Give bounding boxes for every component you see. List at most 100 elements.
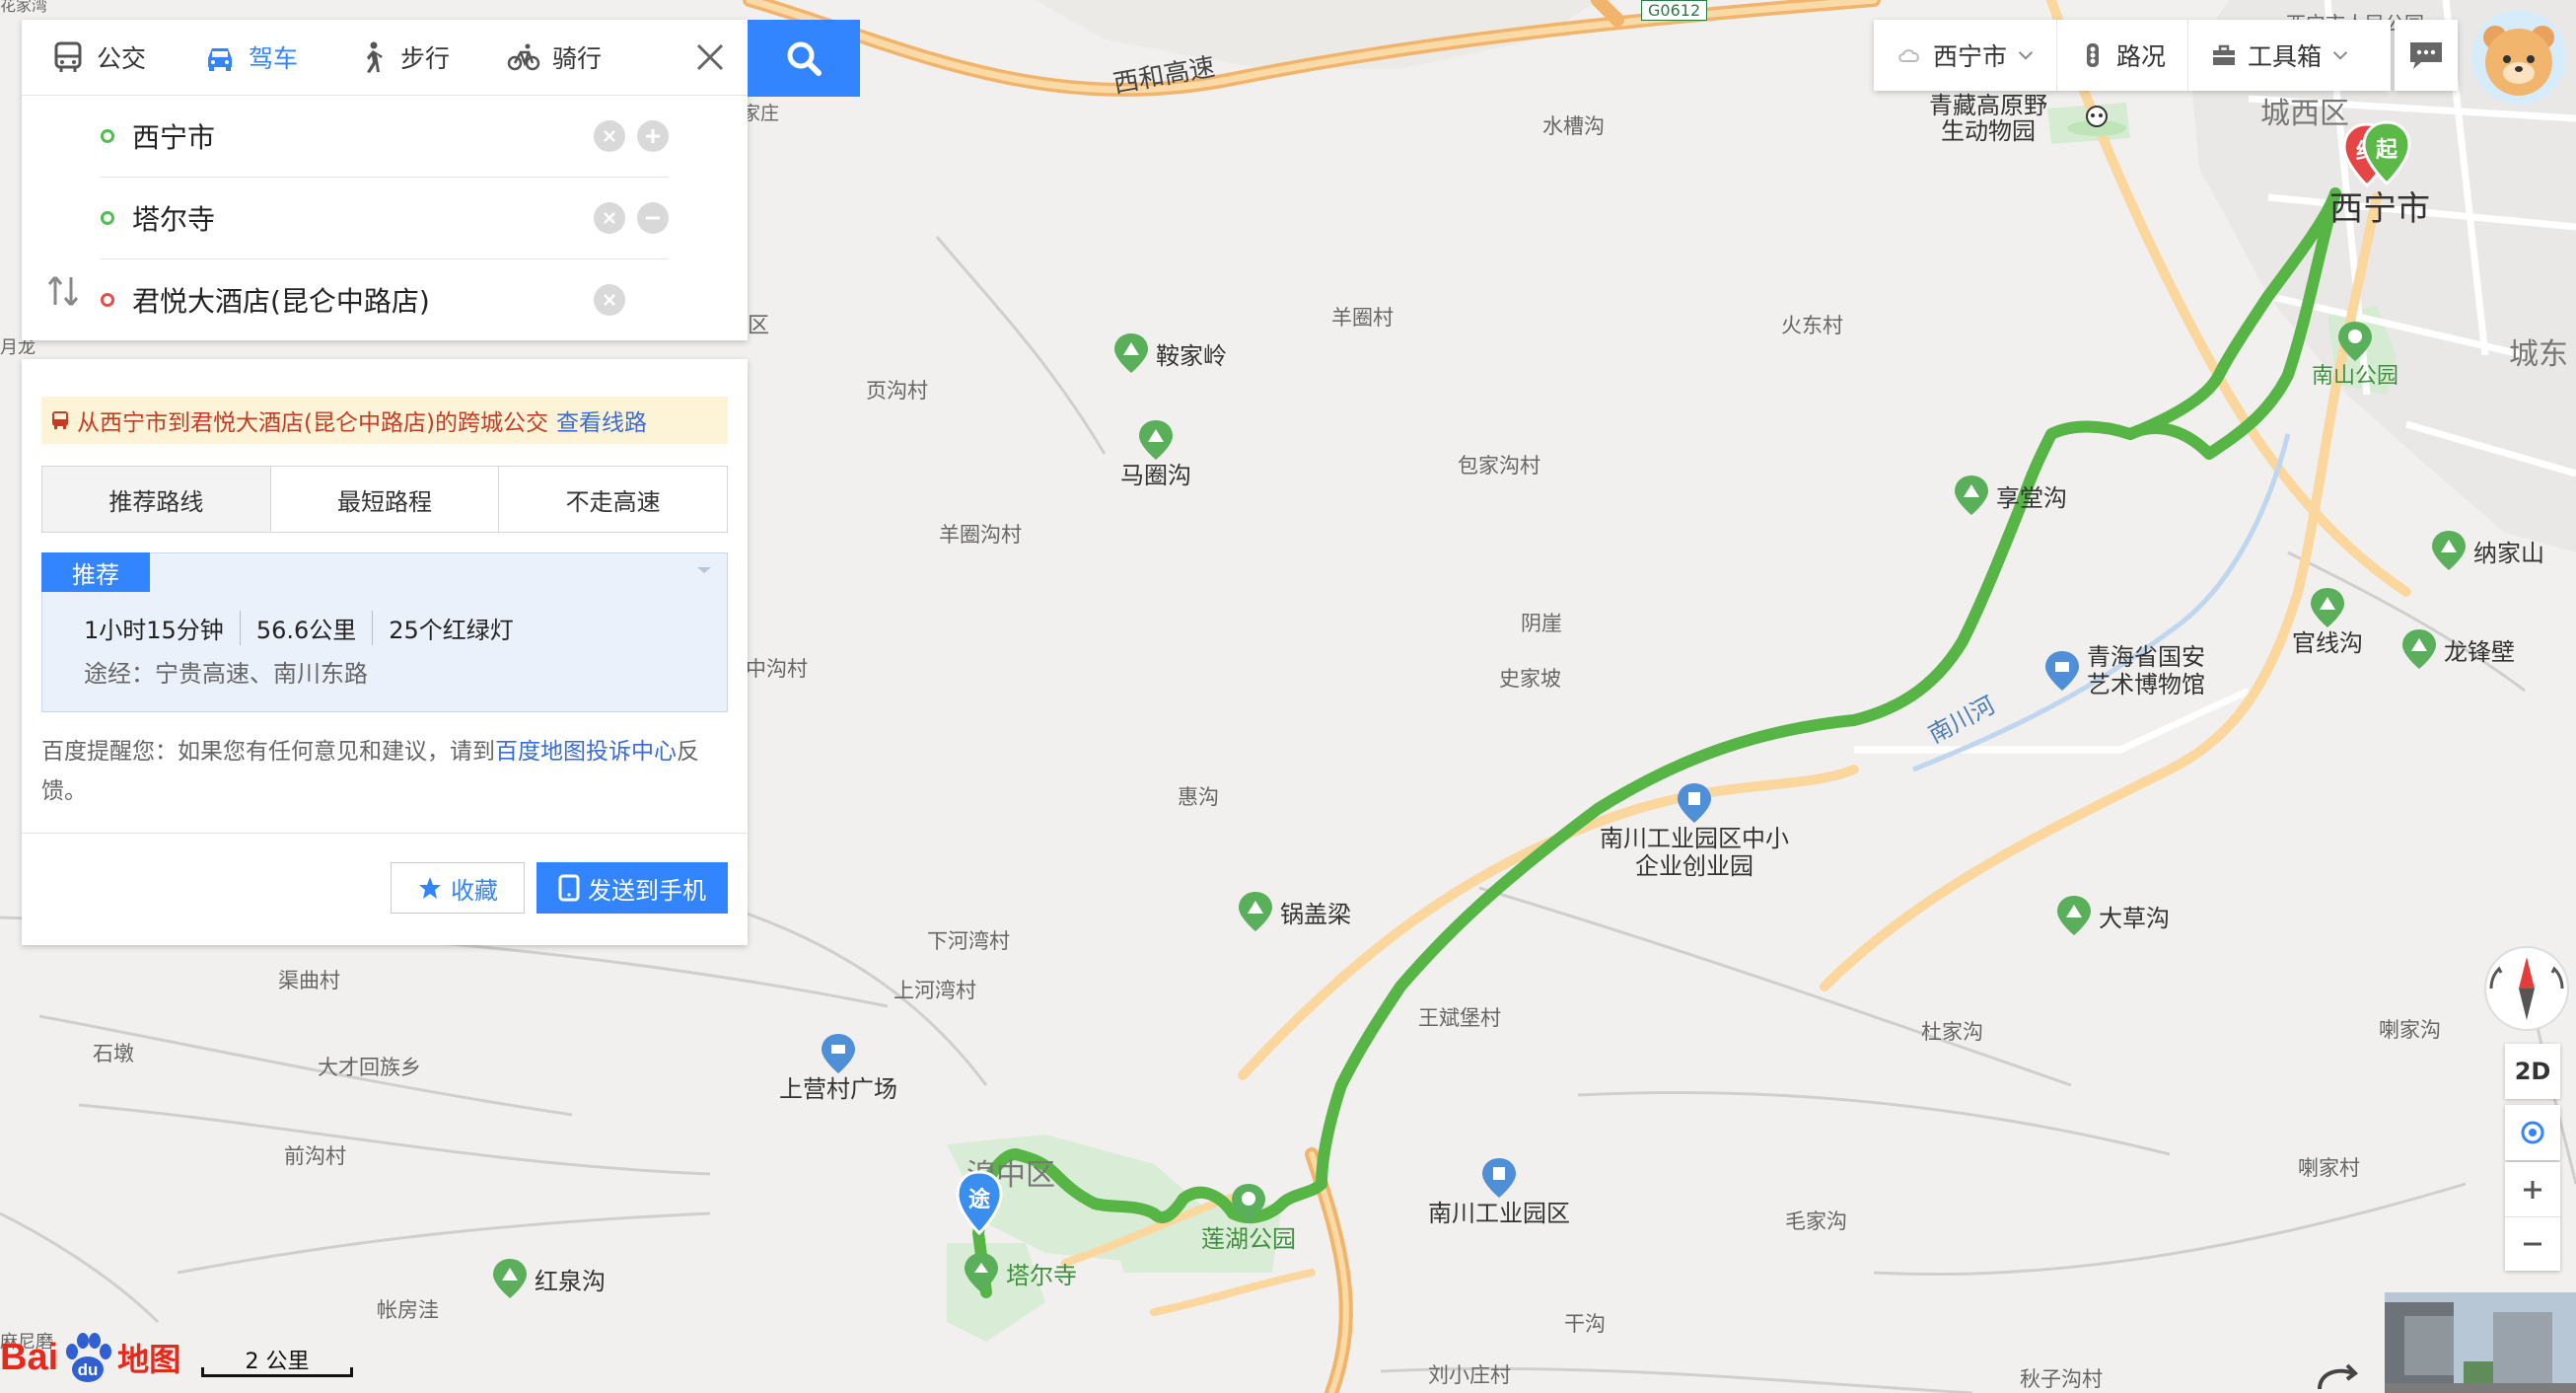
village-label: 毛家沟: [1785, 1210, 1847, 1233]
village-label: 羊圈村: [1331, 306, 1394, 330]
end-field[interactable]: 君悦大酒店(昆仑中路店): [101, 259, 669, 340]
start-marker[interactable]: 起: [2361, 120, 2412, 189]
route-preference-tabs: 推荐路线 最短路程 不走高速: [41, 466, 728, 533]
village-label: 中沟村: [746, 657, 808, 681]
poi-xiangtanggou[interactable]: 享堂沟: [1955, 476, 2067, 515]
clear-button[interactable]: [594, 284, 625, 316]
poi-nanshan-park[interactable]: 南山公园: [2312, 322, 2398, 391]
route-plan-card[interactable]: 推荐 1小时15分钟 56.6公里 25个红绿灯 途经：宁贵高速、南川东路: [41, 552, 728, 712]
complaint-center-link[interactable]: 百度地图投诉中心: [495, 739, 677, 765]
district-label-chengxi: 城西区: [2260, 97, 2349, 131]
tab-drive[interactable]: 驾车: [174, 20, 325, 95]
poi-lianhu-park[interactable]: 莲湖公园: [1201, 1184, 1296, 1253]
user-avatar[interactable]: [2469, 8, 2568, 107]
chevron-down-icon: [2018, 51, 2034, 60]
village-label: 火东村: [1781, 314, 1843, 337]
star-icon: [419, 877, 441, 899]
city-selector[interactable]: 西宁市: [1874, 20, 2058, 91]
museum-pin-icon: [2045, 651, 2079, 691]
poi-taersi[interactable]: 塔尔寺: [965, 1253, 1077, 1292]
tab-walk[interactable]: 步行: [325, 20, 477, 95]
swap-icon[interactable]: [43, 271, 83, 311]
plus-icon: [2524, 1180, 2541, 1199]
via-marker[interactable]: 途: [955, 1170, 1004, 1239]
village-label: 秋子沟村: [2020, 1367, 2103, 1391]
car-icon: [208, 48, 233, 71]
panda-icon: [2067, 106, 2126, 136]
minus-icon: [646, 216, 660, 220]
map-scale: 2 公里: [201, 1344, 353, 1377]
zoom-control: [2505, 1162, 2560, 1271]
village-label: 羊圈沟村: [939, 523, 1022, 547]
add-waypoint-button[interactable]: [637, 120, 669, 152]
tab-bus[interactable]: 公交: [22, 20, 174, 95]
poi-najiashan[interactable]: 纳家山: [2432, 531, 2544, 570]
poi-shangying-square[interactable]: 上营村广场: [779, 1034, 897, 1103]
street-view-thumbnail[interactable]: [2385, 1292, 2576, 1393]
building-pin-icon: [1678, 783, 1711, 823]
district-label-chengdong: 城东: [2509, 337, 2568, 372]
village-label: 包家沟村: [1458, 454, 1540, 477]
locate-icon: [2521, 1121, 2544, 1144]
village-label: 刘小庄村: [1428, 1363, 1511, 1387]
send-to-phone-button[interactable]: 发送到手机: [537, 862, 728, 914]
map-root[interactable]: 西和高速 G0612 城西区 城东 湟中区 西宁市 南川河 水槽沟 羊圈村 火东…: [0, 0, 2576, 1393]
poi-longfengbi[interactable]: 龙锋壁: [2402, 629, 2515, 669]
zoom-out-button[interactable]: [2505, 1217, 2560, 1271]
message-button[interactable]: [2395, 20, 2458, 91]
village-label: 阴崖: [1521, 612, 1562, 635]
traffic-light-icon: [2087, 43, 2100, 67]
village-label: 大才回族乡: [318, 1056, 421, 1079]
poi-nanchuan-sme-park[interactable]: 南川工业园区中小企业创业园: [1596, 783, 1793, 880]
clear-button[interactable]: [594, 202, 625, 234]
view-bus-route-link[interactable]: 查看线路: [556, 403, 647, 437]
highway-shield-g0612: G0612: [1641, 0, 1708, 21]
tab-no-highway[interactable]: 不走高速: [499, 467, 727, 532]
divider: [22, 833, 748, 834]
square-pin-icon: [822, 1034, 855, 1073]
poi-guogailiang[interactable]: 锅盖梁: [1239, 892, 1351, 931]
tab-shortest[interactable]: 最短路程: [271, 467, 500, 532]
poi-nanchuan-industrial[interactable]: 南川工业园区: [1428, 1158, 1570, 1227]
mountain-pin-icon: [1955, 476, 1988, 515]
village-label: 干沟: [1564, 1312, 1606, 1336]
village-label: 史家坡: [1499, 667, 1561, 691]
chevron-down-icon: [2332, 51, 2348, 60]
bus-icon: [52, 411, 68, 429]
toolbox-menu[interactable]: 工具箱: [2188, 20, 2371, 91]
plus-icon: [646, 129, 660, 143]
map-toolbar: 西宁市 路况 工具箱: [1874, 20, 2391, 91]
poi-majuangou[interactable]: 马圈沟: [1120, 420, 1191, 489]
tab-recommended[interactable]: 推荐路线: [42, 467, 271, 532]
locate-button[interactable]: [2505, 1105, 2560, 1160]
poi-hongquangou[interactable]: 红泉沟: [493, 1259, 606, 1298]
poi-qingzang-zoo[interactable]: 青藏高原野生动物园: [1919, 93, 2128, 144]
close-icon[interactable]: [692, 39, 728, 75]
poi-anjialing[interactable]: 鞍家岭: [1114, 333, 1227, 373]
minus-icon: [2524, 1242, 2541, 1245]
route-distance: 56.6公里: [241, 611, 374, 645]
start-field[interactable]: 西宁市: [101, 96, 669, 178]
view-mode-2d-button[interactable]: 2D: [2505, 1044, 2560, 1099]
rotate-view-icon[interactable]: [2314, 1361, 2365, 1393]
traffic-toggle[interactable]: 路况: [2057, 20, 2189, 91]
tab-bike[interactable]: 骑行: [477, 20, 629, 95]
poi-guanxiangou[interactable]: 官线沟: [2292, 588, 2363, 657]
waypoint-field[interactable]: 塔尔寺: [101, 178, 669, 259]
chevron-down-icon[interactable]: [695, 561, 713, 579]
intercity-bus-notice: 从西宁市到君悦大酒店(昆仑中路店)的跨城公交 查看线路: [41, 397, 728, 444]
favorite-button[interactable]: 收藏: [391, 862, 525, 914]
close-icon: [604, 294, 615, 306]
compass-control[interactable]: [2481, 943, 2572, 1034]
clear-button[interactable]: [594, 120, 625, 152]
route-stats: 1小时15分钟 56.6公里 25个红绿灯: [84, 611, 530, 645]
search-button[interactable]: [748, 20, 860, 97]
walk-icon: [367, 41, 384, 73]
remove-waypoint-button[interactable]: [637, 202, 669, 234]
mountain-pin-icon: [493, 1259, 527, 1298]
village-label: 页沟村: [866, 379, 928, 403]
poi-dacaogou[interactable]: 大草沟: [2057, 896, 2170, 935]
poi-qinghai-museum[interactable]: 青海省国安艺术博物馆: [2045, 643, 2215, 698]
zoom-in-button[interactable]: [2505, 1163, 2560, 1217]
route-result-panel: 从西宁市到君悦大酒店(昆仑中路店)的跨城公交 查看线路 推荐路线 最短路程 不走…: [22, 359, 748, 945]
